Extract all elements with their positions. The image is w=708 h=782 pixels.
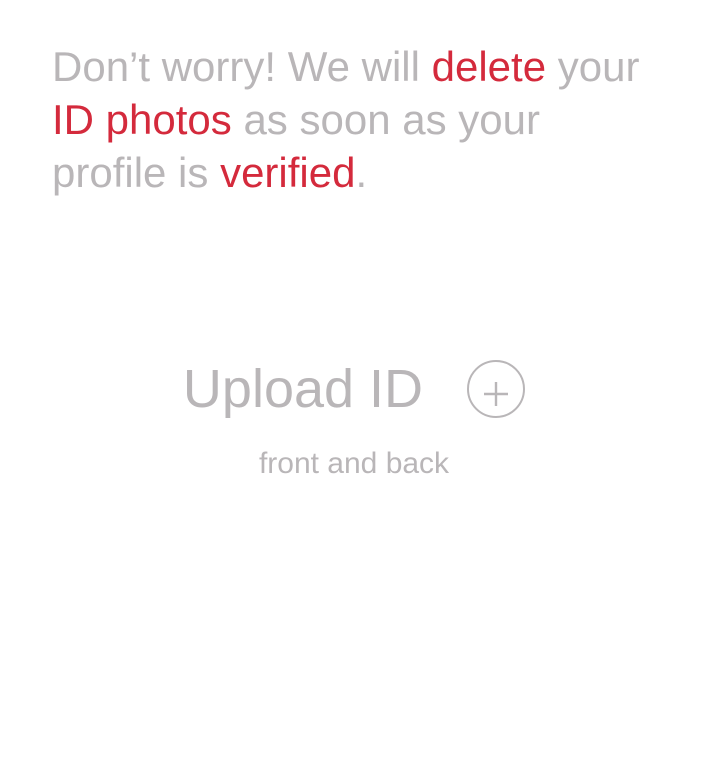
- upload-id-button[interactable]: Upload ID: [182, 356, 526, 422]
- upload-id-label: Upload ID: [182, 359, 424, 419]
- privacy-notice: Don’t worry! We will delete your ID phot…: [52, 40, 652, 199]
- notice-text-4: .: [355, 149, 368, 196]
- notice-highlight-delete: delete: [431, 43, 547, 90]
- notice-highlight-id-photos: ID photos: [52, 96, 232, 143]
- notice-highlight-verified: verified: [220, 149, 356, 196]
- notice-text-2: your: [546, 43, 640, 90]
- plus-circle-icon[interactable]: [467, 360, 526, 418]
- upload-id-section: Upload ID front and back: [0, 356, 708, 482]
- notice-text-1: Don’t worry! We will: [52, 43, 432, 90]
- upload-id-subtitle: front and back: [258, 447, 450, 480]
